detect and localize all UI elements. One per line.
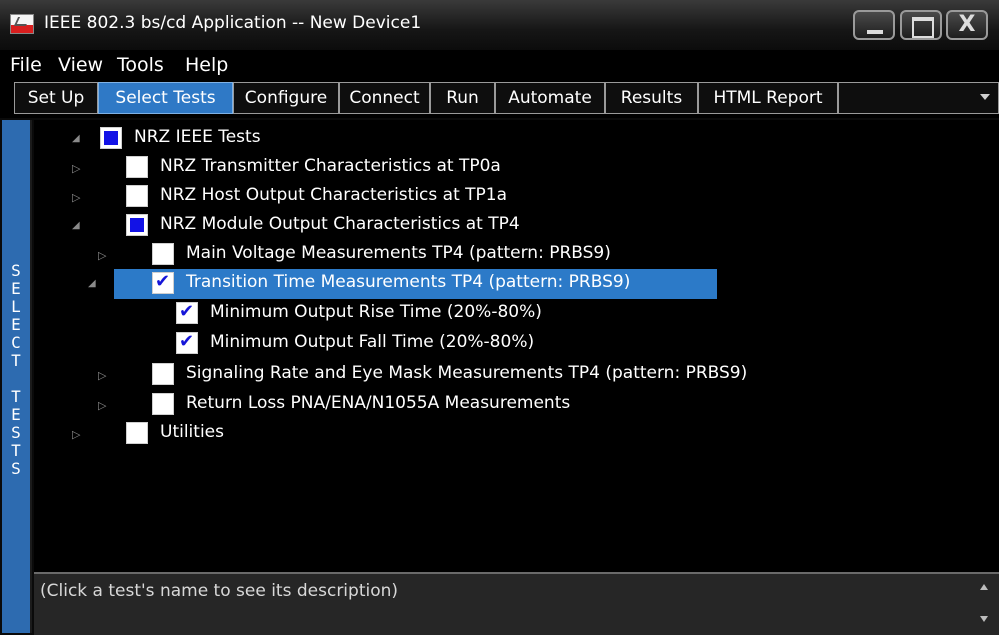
checkbox[interactable] bbox=[176, 301, 198, 324]
close-icon: X bbox=[958, 12, 976, 37]
menu-help[interactable]: Help bbox=[185, 54, 228, 76]
checkbox[interactable] bbox=[152, 393, 174, 415]
tab-run[interactable]: Run bbox=[430, 82, 495, 114]
checkbox[interactable] bbox=[152, 271, 174, 294]
scroll-down-icon[interactable] bbox=[980, 616, 988, 622]
tree-item-host-output-tp1a[interactable]: ▷ NRZ Host Output Characteristics at TP1… bbox=[34, 182, 999, 212]
tree-item-label[interactable]: Minimum Output Rise Time (20%-80%) bbox=[210, 302, 542, 322]
checkbox[interactable] bbox=[152, 243, 174, 265]
tree-item-label[interactable]: Return Loss PNA/ENA/N1055A Measurements bbox=[186, 393, 570, 413]
tab-select-tests[interactable]: Select Tests bbox=[98, 82, 233, 114]
title-bar: IEEE 802.3 bs/cd Application -- New Devi… bbox=[0, 0, 999, 50]
minimize-button[interactable] bbox=[853, 10, 895, 40]
tab-automate[interactable]: Automate bbox=[495, 82, 605, 114]
checkbox[interactable] bbox=[152, 363, 174, 385]
expand-arrow-icon[interactable]: ◢ bbox=[72, 220, 80, 231]
expand-arrow-icon[interactable]: ◢ bbox=[72, 133, 80, 144]
tab-strip-filler bbox=[838, 82, 999, 114]
collapse-arrow-icon[interactable]: ▷ bbox=[98, 249, 106, 262]
test-tree: ◢ NRZ IEEE Tests ▷ NRZ Transmitter Chara… bbox=[34, 120, 999, 572]
tab-configure[interactable]: Configure bbox=[233, 82, 339, 114]
tree-item-min-output-rise-time[interactable]: Minimum Output Rise Time (20%-80%) bbox=[34, 299, 999, 329]
maximize-button[interactable] bbox=[900, 10, 942, 40]
tab-set-up[interactable]: Set Up bbox=[14, 82, 98, 114]
tree-item-utilities[interactable]: ▷ Utilities bbox=[34, 419, 999, 449]
expand-arrow-icon[interactable]: ◢ bbox=[88, 278, 96, 289]
checkbox[interactable] bbox=[126, 185, 148, 207]
close-button[interactable]: X bbox=[946, 10, 988, 40]
side-label-letter: E bbox=[11, 279, 21, 298]
side-label-letter bbox=[2, 370, 30, 388]
tree-item-label[interactable]: NRZ Transmitter Characteristics at TP0a bbox=[160, 156, 501, 176]
collapse-arrow-icon[interactable]: ▷ bbox=[72, 162, 80, 175]
tree-item-signaling-rate-eye-mask-tp4[interactable]: ▷ Signaling Rate and Eye Mask Measuremen… bbox=[34, 360, 999, 390]
checkbox[interactable] bbox=[126, 422, 148, 444]
tree-item-label[interactable]: Minimum Output Fall Time (20%-80%) bbox=[210, 332, 534, 352]
side-label-letter: E bbox=[11, 315, 21, 334]
side-label-letter: S bbox=[11, 261, 21, 280]
side-label-letter: E bbox=[11, 405, 21, 424]
collapse-arrow-icon[interactable]: ▷ bbox=[72, 428, 80, 441]
side-label-letter: S bbox=[11, 459, 21, 478]
window-title: IEEE 802.3 bs/cd Application -- New Devi… bbox=[44, 13, 422, 33]
checkbox[interactable] bbox=[126, 156, 148, 178]
tree-item-label[interactable]: Utilities bbox=[160, 422, 224, 442]
checkbox[interactable] bbox=[126, 214, 148, 236]
description-text: (Click a test's name to see its descript… bbox=[40, 581, 399, 601]
collapse-arrow-icon[interactable]: ▷ bbox=[98, 369, 106, 382]
menu-tools[interactable]: Tools bbox=[117, 54, 164, 76]
tab-html-report[interactable]: HTML Report bbox=[698, 82, 838, 114]
app-logo-icon bbox=[10, 14, 34, 34]
tree-item-label[interactable]: Signaling Rate and Eye Mask Measurements… bbox=[186, 363, 747, 383]
scroll-up-icon[interactable] bbox=[980, 584, 988, 590]
menu-bar: File View Tools Help bbox=[0, 50, 999, 80]
tree-item-label[interactable]: NRZ Host Output Characteristics at TP1a bbox=[160, 185, 507, 205]
tab-bar: Set Up Select Tests Configure Connect Ru… bbox=[0, 80, 999, 118]
side-label-letter: T bbox=[11, 387, 21, 406]
menu-file[interactable]: File bbox=[10, 54, 42, 76]
tree-item-transmitter-tp0a[interactable]: ▷ NRZ Transmitter Characteristics at TP0… bbox=[34, 153, 999, 183]
side-label-letter: T bbox=[11, 351, 21, 370]
side-label-letter: T bbox=[11, 441, 21, 460]
description-panel: (Click a test's name to see its descript… bbox=[34, 572, 999, 635]
tree-item-module-output-tp4[interactable]: ◢ NRZ Module Output Characteristics at T… bbox=[34, 211, 999, 241]
tree-item-return-loss[interactable]: ▷ Return Loss PNA/ENA/N1055A Measurement… bbox=[34, 390, 999, 420]
side-label-letter: L bbox=[11, 297, 21, 316]
side-label-letter: S bbox=[11, 423, 21, 442]
collapse-arrow-icon[interactable]: ▷ bbox=[98, 399, 106, 412]
app-window: IEEE 802.3 bs/cd Application -- New Devi… bbox=[0, 0, 999, 635]
tree-item-label[interactable]: Transition Time Measurements TP4 (patter… bbox=[186, 272, 630, 292]
tree-item-main-voltage-tp4[interactable]: ▷ Main Voltage Measurements TP4 (pattern… bbox=[34, 240, 999, 270]
tree-item-label[interactable]: Main Voltage Measurements TP4 (pattern: … bbox=[186, 243, 611, 263]
tree-item-nrz-ieee-tests[interactable]: ◢ NRZ IEEE Tests bbox=[34, 124, 999, 154]
checkbox[interactable] bbox=[100, 127, 122, 149]
checkbox[interactable] bbox=[176, 331, 198, 354]
tree-item-transition-time-tp4[interactable]: ◢ Transition Time Measurements TP4 (patt… bbox=[34, 269, 999, 299]
menu-view[interactable]: View bbox=[58, 54, 103, 76]
tree-item-min-output-fall-time[interactable]: Minimum Output Fall Time (20%-80%) bbox=[34, 329, 999, 359]
tab-overflow-dropdown-icon[interactable] bbox=[980, 94, 990, 100]
side-panel-label: SELECT TESTS bbox=[2, 262, 30, 478]
tree-item-label[interactable]: NRZ IEEE Tests bbox=[134, 127, 261, 147]
tree-item-label[interactable]: NRZ Module Output Characteristics at TP4 bbox=[160, 214, 520, 234]
collapse-arrow-icon[interactable]: ▷ bbox=[72, 191, 80, 204]
tab-results[interactable]: Results bbox=[605, 82, 698, 114]
side-label-letter: C bbox=[11, 333, 21, 352]
tab-connect[interactable]: Connect bbox=[339, 82, 430, 114]
